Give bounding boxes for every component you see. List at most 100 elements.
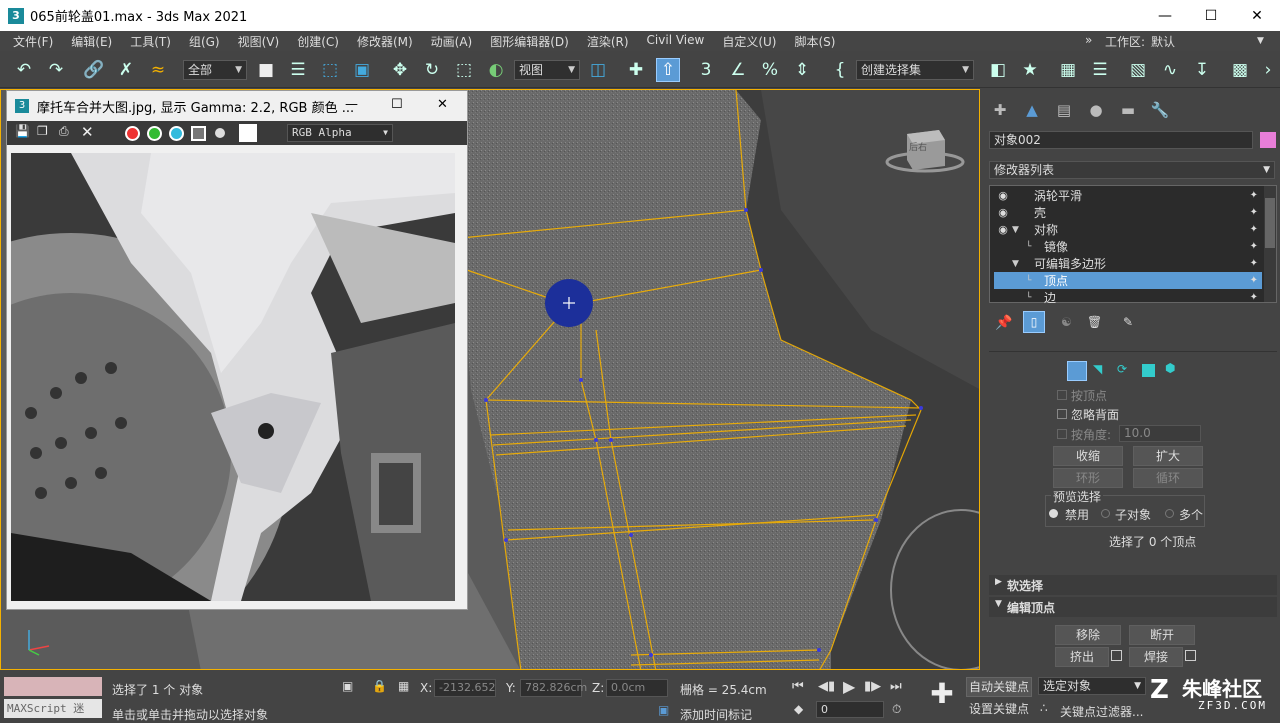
menu-item[interactable]: 创建(C) — [288, 33, 348, 50]
selection-filter-dropdown[interactable]: 全部 ▼ — [183, 60, 247, 80]
time-config-icon[interactable]: ⏱ — [892, 702, 901, 717]
break-button[interactable]: 断开 — [1129, 625, 1195, 645]
by-angle-checkbox[interactable] — [1057, 429, 1067, 439]
close-icon[interactable]: ✕ — [1234, 0, 1280, 31]
link-icon[interactable]: 🔗 — [82, 58, 106, 82]
modifier-stack-item[interactable]: └ 边 ✦ — [994, 289, 1262, 306]
next-frame-icon[interactable]: ▮▶ — [864, 679, 881, 694]
eye-icon[interactable]: ◉ — [994, 206, 1012, 219]
spinner-snap-icon[interactable]: ⇕ — [790, 58, 814, 82]
maxscript-listener-top[interactable] — [4, 677, 102, 696]
auto-key-button[interactable]: 自动关键点 — [966, 677, 1032, 697]
move-icon[interactable]: ✥ — [388, 58, 412, 82]
toolbar-overflow-icon[interactable]: › — [1256, 58, 1280, 82]
menu-item[interactable]: 修改器(M) — [348, 33, 422, 50]
selection-lock-icon[interactable]: 🔒 — [372, 679, 387, 693]
maximize-icon[interactable]: ☐ — [1188, 0, 1234, 31]
window-crossing-icon[interactable]: ▣ — [350, 58, 374, 82]
grow-button[interactable]: 扩大 — [1133, 446, 1203, 466]
scale-icon[interactable]: ⬚ — [452, 58, 476, 82]
stack-scrollbar[interactable] — [1264, 186, 1276, 302]
hierarchy-tab-icon[interactable]: ▤ — [1053, 99, 1075, 121]
layer-explorer-icon[interactable]: ☰ — [1088, 58, 1112, 82]
set-key-button[interactable]: 设置关键点 — [966, 700, 1032, 720]
modifier-toggle-icon[interactable]: ✦ — [1250, 292, 1258, 303]
ribbon-icon[interactable]: ▧ — [1126, 58, 1150, 82]
shrink-button[interactable]: 收缩 — [1053, 446, 1123, 466]
modifier-stack-item[interactable]: ◉ 涡轮平滑 ✦ — [994, 187, 1262, 204]
menu-item[interactable]: Civil View — [638, 33, 714, 50]
remove-modifier-icon[interactable]: 🗑 — [1087, 315, 1102, 329]
weld-settings-icon[interactable] — [1185, 650, 1196, 661]
blue-channel-icon[interactable] — [169, 126, 184, 141]
bind-space-warp-icon[interactable]: ≈ — [146, 58, 170, 82]
object-name-field[interactable]: 对象002 — [989, 131, 1253, 149]
percent-snap-icon[interactable]: % — [758, 58, 782, 82]
keyboard-shortcut-override-icon[interactable]: ⇧ — [656, 58, 680, 82]
modifier-toggle-icon[interactable]: ✦ — [1250, 275, 1258, 286]
motion-tab-icon[interactable]: ● — [1085, 99, 1107, 121]
modify-tab-icon[interactable]: ▲ — [1021, 99, 1043, 121]
object-color-swatch[interactable] — [1260, 132, 1276, 148]
key-filters-icon[interactable]: ∴ — [1040, 701, 1048, 715]
vertex-mode-icon[interactable] — [1067, 361, 1087, 381]
mirror-icon[interactable]: ◧ — [986, 58, 1010, 82]
modifier-stack-item[interactable]: ◉ 壳 ✦ — [994, 204, 1262, 221]
menu-item[interactable]: 工具(T) — [121, 33, 180, 50]
add-time-tag-text[interactable]: 添加时间标记 — [680, 706, 752, 723]
dope-sheet-icon[interactable]: ↧ — [1190, 58, 1214, 82]
set-key-icon[interactable]: ✚ — [926, 679, 958, 711]
maximize-icon[interactable]: ☐ — [391, 97, 403, 112]
modifier-stack-item[interactable]: ▼ 可编辑多边形 ✦ — [994, 255, 1262, 272]
preview-disabled-radio[interactable] — [1049, 509, 1058, 518]
named-selection-dropdown[interactable]: 创建选择集 ▼ — [856, 60, 974, 80]
expand-arrow-icon[interactable]: ▼ — [1012, 225, 1026, 235]
preview-multi-radio[interactable] — [1165, 509, 1174, 518]
absolute-mode-icon[interactable]: ▦ — [398, 679, 409, 693]
select-by-name-icon[interactable]: ☰ — [286, 58, 310, 82]
workspace-value[interactable]: 默认 — [1151, 33, 1251, 50]
polygon-mode-icon[interactable] — [1142, 364, 1155, 377]
key-selection-dropdown[interactable]: 选定对象 ▼ — [1038, 677, 1146, 695]
clear-icon[interactable]: ✕ — [81, 123, 94, 141]
edit-vertices-rollout[interactable]: ▼ 编辑顶点 — [989, 597, 1277, 617]
pivot-center-icon[interactable]: ◫ — [586, 58, 610, 82]
menu-item[interactable]: 图形编辑器(D) — [481, 33, 578, 50]
background-color-swatch[interactable] — [239, 124, 257, 142]
menu-item[interactable]: 文件(F) — [4, 33, 62, 50]
angle-snap-icon[interactable]: ∠ — [726, 58, 750, 82]
eye-icon[interactable]: ◉ — [994, 223, 1012, 236]
menu-item[interactable]: 视图(V) — [229, 33, 289, 50]
display-tab-icon[interactable]: ▬ — [1117, 99, 1139, 121]
reference-coordinate-dropdown[interactable]: 视图 ▼ — [514, 60, 580, 80]
menu-item[interactable]: 编辑(E) — [62, 33, 121, 50]
soft-selection-rollout[interactable]: ▶ 软选择 — [989, 575, 1277, 595]
modifier-toggle-icon[interactable]: ✦ — [1250, 190, 1258, 201]
clone-window-icon[interactable]: ❐ — [37, 124, 48, 138]
chevron-down-icon[interactable]: ▼ — [1257, 36, 1264, 46]
y-coordinate-field[interactable]: 782.826cm — [520, 679, 587, 697]
select-object-icon[interactable]: ■ — [254, 58, 278, 82]
isolate-selection-icon[interactable]: ▣ — [342, 679, 353, 693]
angle-spinner[interactable]: 10.0 — [1119, 425, 1201, 442]
menu-item[interactable]: 脚本(S) — [785, 33, 844, 50]
alpha-channel-icon[interactable] — [191, 126, 206, 141]
extrude-settings-icon[interactable] — [1111, 650, 1122, 661]
unlink-icon[interactable]: ✗ — [114, 58, 138, 82]
placement-icon[interactable]: ◐ — [484, 58, 508, 82]
utilities-tab-icon[interactable]: 🔧 — [1149, 99, 1171, 121]
red-channel-icon[interactable] — [125, 126, 140, 141]
minimize-icon[interactable]: — — [1142, 0, 1188, 31]
menu-item[interactable]: 动画(A) — [422, 33, 482, 50]
element-mode-icon[interactable]: ⬢ — [1165, 361, 1175, 375]
x-coordinate-field[interactable]: -2132.652 — [434, 679, 496, 697]
menu-item[interactable]: 自定义(U) — [713, 33, 785, 50]
menu-item[interactable]: 渲染(R) — [578, 33, 638, 50]
ignore-backfacing-checkbox[interactable] — [1057, 409, 1067, 419]
time-tag-icon[interactable]: ▣ — [658, 703, 669, 717]
modifier-stack-item[interactable]: └ 镜像 ✦ — [994, 238, 1262, 255]
preview-subobject-radio[interactable] — [1101, 509, 1110, 518]
key-filters-button[interactable]: 关键点过滤器... — [1060, 703, 1143, 720]
viewcube-label[interactable]: 后右 — [909, 140, 927, 153]
menu-overflow-icon[interactable]: » — [1085, 33, 1092, 47]
